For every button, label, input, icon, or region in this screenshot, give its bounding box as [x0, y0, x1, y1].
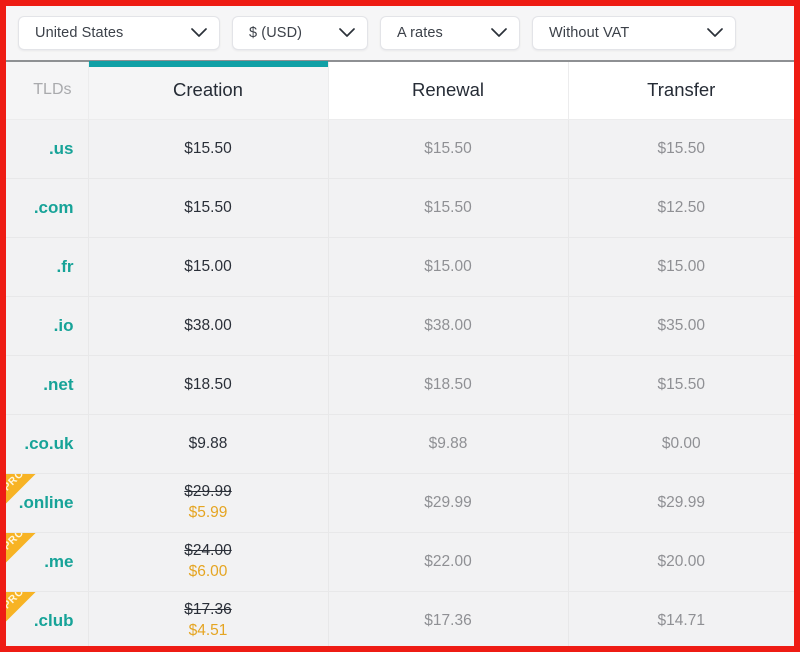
cell-tld[interactable]: .com [6, 178, 88, 238]
cell-tld[interactable]: PROMO .online [6, 473, 88, 533]
cell-creation-price: $15.50 [87, 178, 328, 238]
rates-select-value: A rates [397, 25, 443, 41]
rates-select[interactable]: A rates [380, 16, 520, 50]
tld-label: .com [33, 197, 74, 217]
vat-select-value: Without VAT [549, 25, 630, 41]
promo-price-stack: $29.99 $5.99 [89, 482, 328, 524]
filter-bar: United States $ (USD) A rates Without VA… [6, 6, 794, 60]
table-row: .net $18.50 $18.50 $15.50 [6, 355, 794, 415]
chevron-down-icon [339, 28, 355, 37]
cell-creation-price: $15.50 [87, 119, 328, 179]
cell-creation-price: $38.00 [87, 296, 328, 356]
table-body: .us $15.50 $15.50 $15.50 .com $15.50 $15.50 $12… [6, 119, 794, 646]
cell-transfer-price: $14.71 [567, 591, 794, 646]
tld-label: .us [48, 138, 74, 158]
column-header-transfer[interactable]: Transfer [567, 62, 794, 120]
promo-price-stack: $17.36 $4.51 [89, 600, 328, 642]
tld-label: .fr [56, 256, 74, 276]
vat-select[interactable]: Without VAT [532, 16, 736, 50]
cell-tld[interactable]: .net [6, 355, 88, 415]
cell-renewal-price: $22.00 [327, 532, 568, 592]
tld-label: .online [18, 492, 74, 512]
column-header-creation[interactable]: Creation [87, 61, 328, 120]
cell-tld[interactable]: PROMO .me [6, 532, 88, 592]
cell-renewal-price: $15.00 [327, 237, 568, 297]
cell-transfer-price: $12.50 [567, 178, 794, 238]
table-row: .us $15.50 $15.50 $15.50 [6, 119, 794, 179]
pricing-table-container: TLDs Creation Renewal Transfer .us $15.50… [6, 60, 794, 646]
table-row: PROMO .club $17.36 $4.51 $17.36 $14.71 [6, 591, 794, 646]
table-row: .io $38.00 $38.00 $35.00 [6, 296, 794, 356]
price-promo: $4.51 [188, 621, 228, 639]
price-original: $29.99 [184, 482, 232, 500]
cell-creation-price: $18.50 [87, 355, 328, 415]
cell-transfer-price: $35.00 [567, 296, 794, 356]
column-header-tld: TLDs [6, 62, 88, 120]
cell-renewal-price: $9.88 [327, 414, 568, 474]
table-row: .co.uk $9.88 $9.88 $0.00 [6, 414, 794, 474]
cell-transfer-price: $29.99 [567, 473, 794, 533]
price-promo: $5.99 [188, 503, 228, 521]
cell-renewal-price: $38.00 [327, 296, 568, 356]
cell-creation-price: $15.00 [87, 237, 328, 297]
tld-label: .co.uk [24, 433, 74, 453]
cell-renewal-price: $15.50 [327, 119, 568, 179]
pricing-table: TLDs Creation Renewal Transfer .us $15.50… [6, 61, 794, 646]
cell-tld[interactable]: .co.uk [6, 414, 88, 474]
table-header-row: TLDs Creation Renewal Transfer [6, 61, 794, 120]
cell-transfer-price: $15.00 [567, 237, 794, 297]
country-select-value: United States [35, 25, 124, 41]
cell-transfer-price: $0.00 [567, 414, 794, 474]
price-promo: $6.00 [188, 562, 228, 580]
tld-label: .club [33, 610, 74, 630]
price-original: $24.00 [184, 541, 232, 559]
chevron-down-icon [191, 28, 207, 37]
cell-transfer-price: $15.50 [567, 355, 794, 415]
cell-creation-price: $29.99 $5.99 [87, 473, 328, 533]
cell-renewal-price: $17.36 [327, 591, 568, 646]
cell-tld[interactable]: .fr [6, 237, 88, 297]
cell-tld[interactable]: PROMO .club [6, 591, 88, 646]
tld-label: .io [53, 315, 74, 335]
cell-renewal-price: $15.50 [327, 178, 568, 238]
cell-creation-price: $9.88 [87, 414, 328, 474]
table-header: TLDs Creation Renewal Transfer [6, 61, 794, 120]
cell-tld[interactable]: .us [6, 119, 88, 179]
chevron-down-icon [707, 28, 723, 37]
promo-price-stack: $24.00 $6.00 [89, 541, 328, 583]
cell-renewal-price: $18.50 [327, 355, 568, 415]
chevron-down-icon [491, 28, 507, 37]
cell-creation-price: $24.00 $6.00 [87, 532, 328, 592]
table-row: PROMO .online $29.99 $5.99 $29.99 $29.99 [6, 473, 794, 533]
country-select[interactable]: United States [18, 16, 220, 50]
cell-transfer-price: $15.50 [567, 119, 794, 179]
tld-label: .me [44, 551, 74, 571]
currency-select[interactable]: $ (USD) [232, 16, 368, 50]
table-row: .com $15.50 $15.50 $12.50 [6, 178, 794, 238]
table-row: PROMO .me $24.00 $6.00 $22.00 $20.00 [6, 532, 794, 592]
cell-tld[interactable]: .io [6, 296, 88, 356]
table-row: .fr $15.00 $15.00 $15.00 [6, 237, 794, 297]
column-header-renewal[interactable]: Renewal [327, 62, 568, 120]
cell-creation-price: $17.36 $4.51 [87, 591, 328, 646]
currency-select-value: $ (USD) [249, 25, 303, 41]
tld-label: .net [43, 374, 74, 394]
cell-transfer-price: $20.00 [567, 532, 794, 592]
price-original: $17.36 [184, 600, 232, 618]
domain-pricing-widget: United States $ (USD) A rates Without VA… [0, 0, 800, 652]
cell-renewal-price: $29.99 [327, 473, 568, 533]
